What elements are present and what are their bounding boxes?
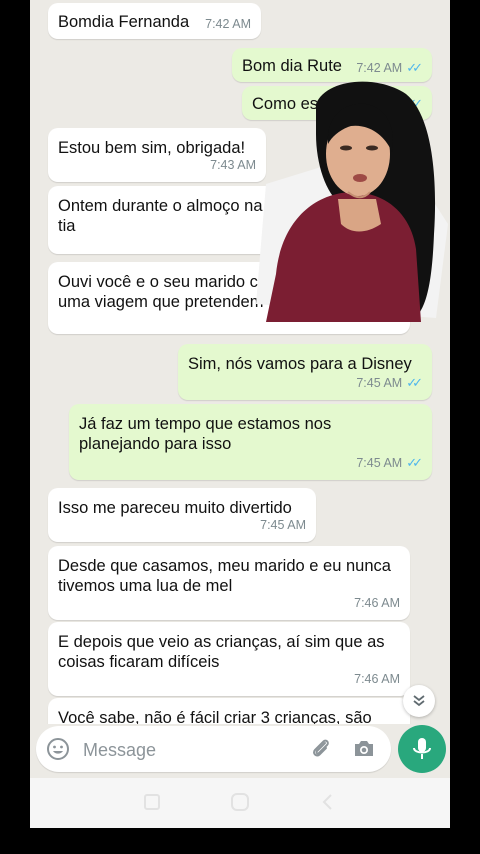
read-ticks-icon: ✓✓	[406, 455, 423, 470]
message-bubble[interactable]: Bomdia Fernanda 7:42 AM	[48, 3, 261, 39]
voice-record-button[interactable]	[398, 725, 446, 773]
message-composer	[36, 726, 391, 772]
message-text: Ontem durante o almoço na tia	[58, 197, 263, 235]
message-text: Isso me pareceu muito divertido	[58, 499, 292, 517]
message-time: 7:42 AM	[205, 17, 251, 31]
recent-apps-icon[interactable]	[142, 792, 162, 812]
message-text: Bomdia Fernanda	[58, 13, 190, 31]
message-text: E depois que veio as crianças, aí sim qu…	[58, 633, 385, 671]
message-time: 7:45 AM ✓✓	[356, 373, 423, 393]
message-text: Ouvi você e o seu marido c uma viagem qu…	[58, 273, 282, 311]
message-bubble[interactable]: Desde que casamos, meu marido e eu nunca…	[48, 546, 410, 620]
camera-icon[interactable]	[352, 737, 376, 761]
message-text: Desde que casamos, meu marido e eu nunca…	[58, 557, 391, 595]
message-bubble[interactable]: Estou bem sim, obrigada! 7:43 AM	[48, 128, 266, 182]
chat-area[interactable]: Bomdia Fernanda 7:42 AM Bom dia Rute 7:4…	[30, 0, 450, 724]
message-time: 7:45 AM	[260, 518, 306, 532]
home-icon[interactable]	[230, 792, 250, 812]
message-bubble[interactable]: Sim, nós vamos para a Disney 7:45 AM ✓✓	[178, 344, 432, 400]
emoji-icon[interactable]	[46, 737, 70, 761]
paperclip-icon[interactable]	[309, 737, 333, 761]
message-bubble[interactable]: Você sabe, não é fácil criar 3 crianças,…	[48, 698, 410, 724]
phone-screen: Bomdia Fernanda 7:42 AM Bom dia Rute 7:4…	[30, 0, 450, 828]
message-bubble[interactable]: Isso me pareceu muito divertido 7:45 AM	[48, 488, 316, 542]
message-time: 7:43 AM	[210, 158, 256, 172]
message-time: 7:46 AM	[354, 672, 400, 686]
message-text: Sim, nós vamos para a Disney	[188, 355, 412, 373]
message-text: Você sabe, não é fácil criar 3 crianças,…	[58, 709, 372, 724]
read-ticks-icon: ✓✓	[406, 375, 423, 390]
message-bubble[interactable]: Já faz um tempo que estamos nos planejan…	[69, 404, 432, 480]
system-navigation-bar	[30, 778, 450, 828]
person-overlay-image	[256, 81, 448, 322]
message-time: 7:46 AM	[354, 596, 400, 610]
message-input[interactable]	[81, 734, 285, 766]
back-icon[interactable]	[318, 792, 338, 812]
message-time: 7:45 AM ✓✓	[356, 453, 423, 473]
mic-icon	[413, 738, 431, 759]
message-text: Já faz um tempo que estamos nos planejan…	[79, 415, 332, 453]
message-text: Bom dia Rute	[242, 57, 342, 75]
message-bubble[interactable]: E depois que veio as crianças, aí sim qu…	[48, 622, 410, 696]
double-chevron-down-icon	[413, 695, 425, 707]
scroll-to-bottom-button[interactable]	[403, 685, 435, 717]
